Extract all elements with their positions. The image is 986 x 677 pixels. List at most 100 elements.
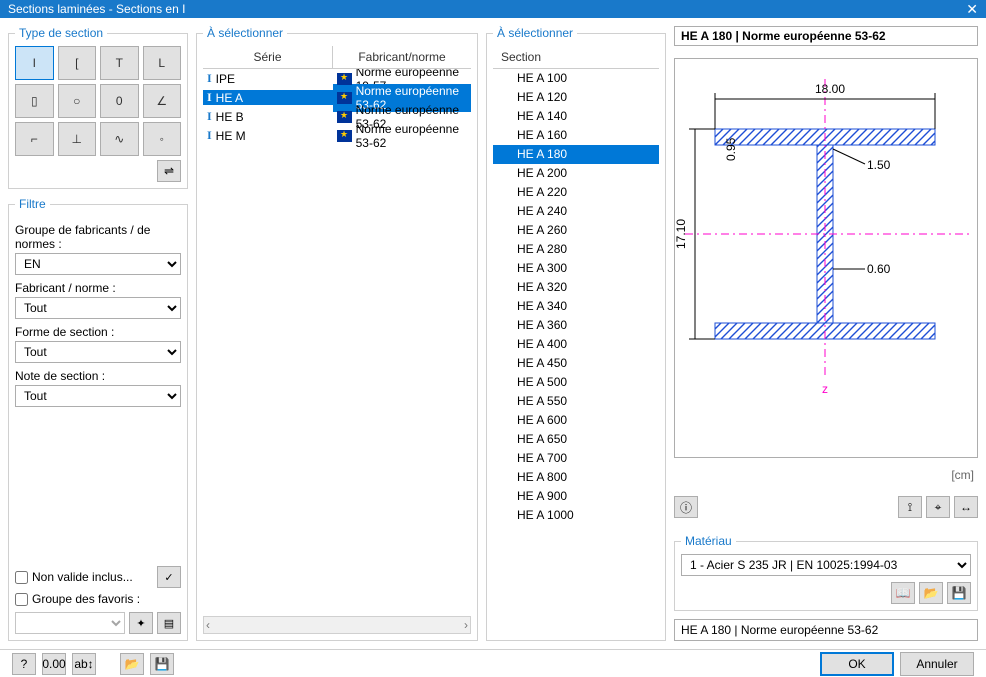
svg-text:17.10: 17.10 (675, 219, 688, 249)
section-row[interactable]: HE A 500 (493, 373, 659, 392)
type-btn-c[interactable]: [ (58, 46, 97, 80)
section-row[interactable]: HE A 400 (493, 335, 659, 354)
type-btn-oval[interactable]: 0 (100, 84, 139, 118)
type-section-title: Type de section (15, 26, 107, 40)
sort-button[interactable]: ab↕ (72, 653, 96, 675)
svg-text:18.00: 18.00 (815, 82, 845, 96)
invalid-label: Non valide inclus... (32, 570, 133, 584)
open-button[interactable]: 📂 (120, 653, 144, 675)
status-box: HE A 180 | Norme européenne 53-62 (674, 619, 978, 641)
preview-title: HE A 180 | Norme européenne 53-62 (674, 26, 978, 46)
titlebar: Sections laminées - Sections en I ✕ (0, 0, 986, 18)
type-btn-dot[interactable]: ◦ (143, 122, 182, 156)
content: Type de section I [ T L ▯ ○ 0 ∠ ⌐ ⊥ ∿ ◦ … (0, 18, 986, 649)
section-row[interactable]: HE A 1000 (493, 506, 659, 525)
series-headers: Série Fabricant/norme (203, 46, 471, 69)
help-button[interactable]: ? (12, 653, 36, 675)
type-btn-i[interactable]: I (15, 46, 54, 80)
filter-shape-select[interactable]: Tout (15, 341, 181, 363)
favorites-checkbox[interactable] (15, 593, 28, 606)
section-row[interactable]: HE A 700 (493, 449, 659, 468)
section-row[interactable]: HE A 280 (493, 240, 659, 259)
section-row[interactable]: HE A 340 (493, 297, 659, 316)
sections-list[interactable]: HE A 100HE A 120HE A 140HE A 160HE A 180… (493, 69, 659, 634)
dims-button[interactable]: ↔ (954, 496, 978, 518)
svg-text:1.50: 1.50 (867, 158, 891, 172)
material-title: Matériau (681, 534, 736, 548)
eu-flag-icon (337, 92, 352, 104)
i-section-icon: I (207, 109, 212, 124)
section-row[interactable]: HE A 900 (493, 487, 659, 506)
ok-button[interactable]: OK (820, 652, 894, 676)
sections-title: À sélectionner (493, 26, 577, 40)
type-btn-flat[interactable]: ⊥ (58, 122, 97, 156)
series-header-mfr: Fabricant/norme (333, 46, 471, 68)
info-button[interactable]: ⓘ (674, 496, 698, 518)
section-row[interactable]: HE A 140 (493, 107, 659, 126)
filter-mfr-select[interactable]: Tout (15, 297, 181, 319)
type-btn-t[interactable]: T (100, 46, 139, 80)
section-row[interactable]: HE A 260 (493, 221, 659, 240)
filter-group-select[interactable]: EN (15, 253, 181, 275)
section-row[interactable]: HE A 180 (493, 145, 659, 164)
section-row[interactable]: HE A 450 (493, 354, 659, 373)
window-title: Sections laminées - Sections en I (8, 2, 185, 16)
type-btn-rect[interactable]: ▯ (15, 84, 54, 118)
section-row[interactable]: HE A 650 (493, 430, 659, 449)
section-row[interactable]: HE A 300 (493, 259, 659, 278)
fav-edit-button[interactable]: ▤ (157, 612, 181, 634)
filter-group-label: Groupe de fabricants / de normes : (15, 223, 181, 251)
invalid-config-button[interactable]: ✓ (157, 566, 181, 588)
cancel-button[interactable]: Annuler (900, 652, 974, 676)
material-open-button[interactable]: 📂 (919, 582, 943, 604)
filter-mfr-label: Fabricant / norme : (15, 281, 181, 295)
invalid-checkbox[interactable] (15, 571, 28, 584)
close-button[interactable]: ✕ (946, 1, 978, 18)
eu-flag-icon (337, 111, 352, 123)
favorites-label: Groupe des favoris : (32, 592, 140, 606)
section-row[interactable]: HE A 360 (493, 316, 659, 335)
section-row[interactable]: HE A 240 (493, 202, 659, 221)
fav-new-button[interactable]: ✦ (129, 612, 153, 634)
type-btn-wave[interactable]: ∿ (100, 122, 139, 156)
left-column: Type de section I [ T L ▯ ○ 0 ∠ ⌐ ⊥ ∿ ◦ … (8, 26, 188, 641)
type-btn-l[interactable]: L (143, 46, 182, 80)
series-scrollbar[interactable]: ‹› (203, 616, 471, 634)
svg-text:z: z (822, 382, 828, 396)
series-column: À sélectionner Série Fabricant/norme IIP… (196, 26, 478, 641)
preview-box: y z 18.00 17.10 0.95 (674, 58, 978, 458)
i-section-icon: I (207, 90, 212, 105)
section-row[interactable]: HE A 160 (493, 126, 659, 145)
section-row[interactable]: HE A 120 (493, 88, 659, 107)
type-btn-circle[interactable]: ○ (58, 84, 97, 118)
preview-unit: [cm] (674, 466, 978, 484)
filter-note-select[interactable]: Tout (15, 385, 181, 407)
svg-text:0.95: 0.95 (724, 137, 738, 161)
section-row[interactable]: HE A 200 (493, 164, 659, 183)
coord-button[interactable]: ⌖ (926, 496, 950, 518)
section-row[interactable]: HE A 220 (493, 183, 659, 202)
section-row[interactable]: HE A 100 (493, 69, 659, 88)
favorites-select[interactable] (15, 612, 125, 634)
section-row[interactable]: HE A 600 (493, 411, 659, 430)
filter-note-label: Note de section : (15, 369, 181, 383)
sections-panel: À sélectionner Section HE A 100HE A 120H… (486, 26, 666, 641)
section-row[interactable]: HE A 320 (493, 278, 659, 297)
type-btn-angle[interactable]: ∠ (143, 84, 182, 118)
type-btn-z[interactable]: ⌐ (15, 122, 54, 156)
material-library-button[interactable]: 📖 (891, 582, 915, 604)
sections-header: Section (493, 46, 659, 68)
extra-type-button[interactable]: ⇌ (157, 160, 181, 182)
eu-flag-icon (337, 73, 352, 85)
series-list[interactable]: IIPENorme européenne 19-57IHE ANorme eur… (203, 69, 471, 616)
section-row[interactable]: HE A 550 (493, 392, 659, 411)
material-select[interactable]: 1 - Acier S 235 JR | EN 10025:1994-03 (681, 554, 971, 576)
axis-button[interactable]: ⟟ (898, 496, 922, 518)
material-save-button[interactable]: 💾 (947, 582, 971, 604)
filter-panel: Filtre Groupe de fabricants / de normes … (8, 197, 188, 641)
section-row[interactable]: HE A 800 (493, 468, 659, 487)
units-button[interactable]: 0.00 (42, 653, 66, 675)
save-button[interactable]: 💾 (150, 653, 174, 675)
series-row[interactable]: IHE MNorme européenne 53-62 (203, 126, 471, 145)
right-column: HE A 180 | Norme européenne 53-62 y (674, 26, 978, 641)
